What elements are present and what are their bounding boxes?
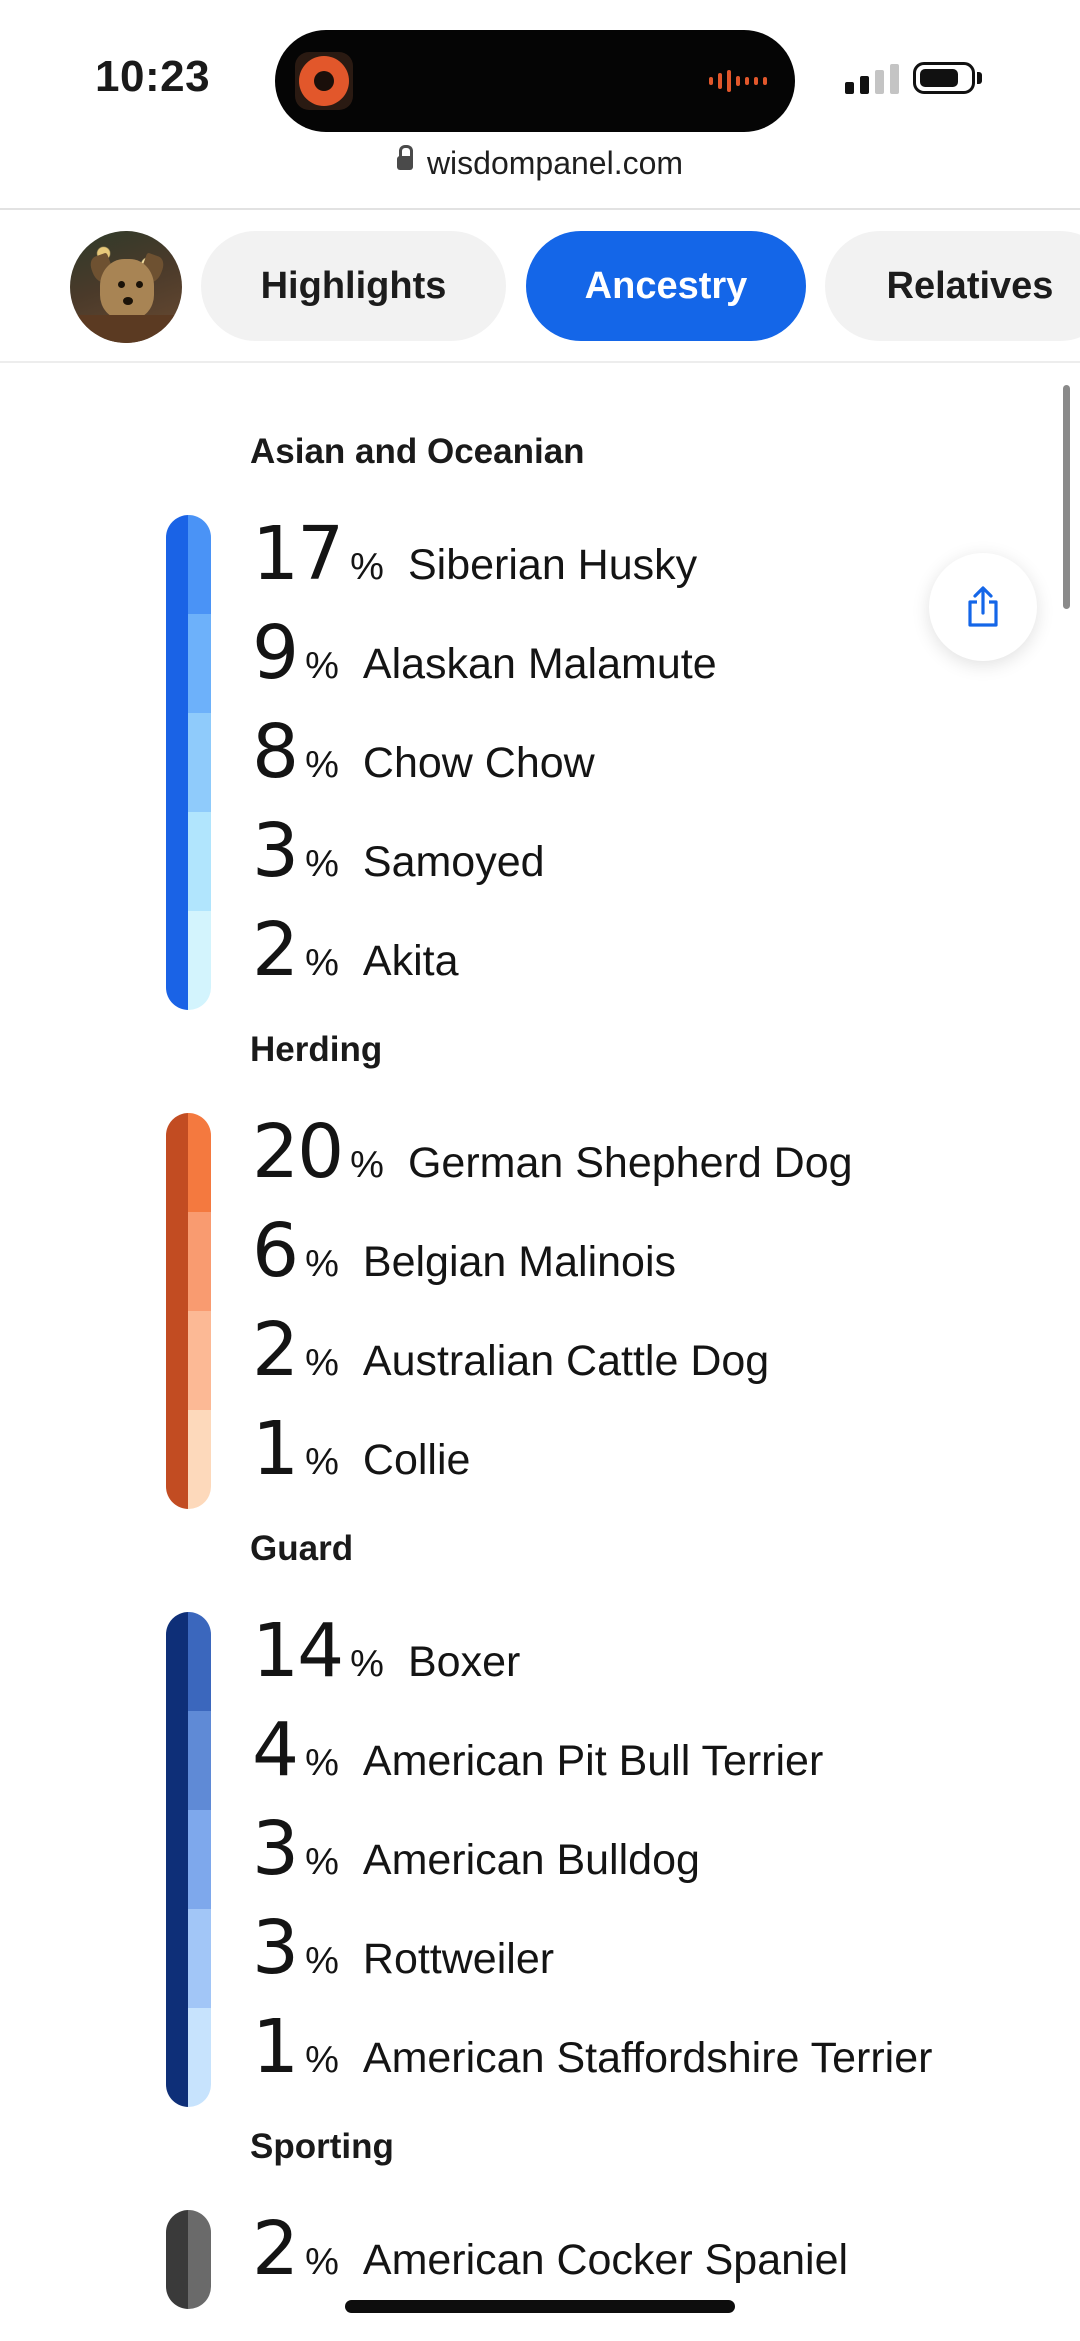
breed-row[interactable]: 6% Belgian Malinois — [252, 1214, 676, 1288]
bar-segment — [166, 1909, 211, 2008]
breed-row[interactable]: 3% Samoyed — [252, 814, 545, 888]
group-title: Guard — [250, 1529, 354, 1568]
percent-symbol: % — [305, 744, 339, 786]
bar-segment — [166, 1612, 211, 1711]
breed-percent: 2 — [252, 2206, 299, 2292]
breed-name: American Cocker Spaniel — [362, 2236, 849, 2284]
breed-name: American Pit Bull Terrier — [362, 1737, 824, 1785]
breed-row[interactable]: 8% Chow Chow — [252, 715, 595, 789]
breed-percent: 17 — [252, 511, 344, 597]
percent-symbol: % — [305, 843, 339, 885]
breed-name: Siberian Husky — [407, 541, 698, 589]
percent-symbol: % — [305, 1841, 339, 1883]
bar-segment — [166, 1212, 211, 1311]
breed-percent: 2 — [252, 907, 299, 993]
percent-symbol: % — [305, 942, 339, 984]
breed-row[interactable]: 17% Siberian Husky — [252, 517, 697, 591]
percent-symbol: % — [305, 1940, 339, 1982]
scrollbar[interactable] — [1063, 385, 1070, 609]
breed-row[interactable]: 3% American Bulldog — [252, 1812, 700, 1886]
breed-row[interactable]: 2% Australian Cattle Dog — [252, 1313, 769, 1387]
breed-name: Belgian Malinois — [362, 1238, 677, 1286]
breed-row[interactable]: 4% American Pit Bull Terrier — [252, 1713, 823, 1787]
breed-percent: 4 — [252, 1707, 299, 1793]
breed-percent: 2 — [252, 1307, 299, 1393]
group-color-bar — [166, 1113, 211, 1509]
percent-symbol: % — [305, 645, 339, 687]
bar-segment — [166, 515, 211, 614]
percent-symbol: % — [305, 1742, 339, 1784]
percent-symbol: % — [350, 1643, 384, 1685]
breed-percent: 8 — [252, 709, 299, 795]
share-button[interactable] — [929, 553, 1037, 661]
percent-symbol: % — [305, 1342, 339, 1384]
group-color-bar — [166, 1612, 211, 2107]
breed-row[interactable]: 2% American Cocker Spaniel — [252, 2212, 848, 2286]
percent-symbol: % — [305, 1441, 339, 1483]
breed-row[interactable]: 3% Rottweiler — [252, 1911, 554, 1985]
breed-percent: 1 — [252, 2004, 299, 2090]
bar-segment — [166, 1311, 211, 1410]
percent-symbol: % — [305, 2241, 339, 2283]
breed-percent: 14 — [252, 1608, 344, 1694]
breed-name: American Staffordshire Terrier — [362, 2034, 933, 2082]
breed-percent: 9 — [252, 610, 299, 696]
bar-segment — [166, 911, 211, 1010]
share-icon — [968, 586, 998, 627]
home-indicator[interactable] — [345, 2300, 735, 2313]
bar-segment — [166, 614, 211, 713]
percent-symbol: % — [350, 546, 384, 588]
percent-symbol: % — [305, 1243, 339, 1285]
breed-row[interactable]: 20% German Shepherd Dog — [252, 1115, 853, 1189]
breed-row[interactable]: 14% Boxer — [252, 1614, 520, 1688]
breed-name: Rottweiler — [362, 1935, 555, 1983]
breed-name: Samoyed — [362, 838, 545, 886]
percent-symbol: % — [350, 1144, 384, 1186]
bar-segment — [166, 1711, 211, 1810]
bar-segment — [166, 812, 211, 911]
breed-percent: 1 — [252, 1406, 299, 1492]
breed-name: Alaskan Malamute — [362, 640, 717, 688]
percent-symbol: % — [305, 2039, 339, 2081]
breed-percent: 6 — [252, 1208, 299, 1294]
group-title: Asian and Oceanian — [250, 432, 585, 471]
breed-percent: 3 — [252, 808, 299, 894]
group-title: Herding — [250, 1030, 383, 1069]
group-color-bar — [166, 515, 211, 1010]
breed-name: Collie — [362, 1436, 471, 1484]
breed-name: Australian Cattle Dog — [362, 1337, 770, 1385]
breed-percent: 3 — [252, 1806, 299, 1892]
breed-name: Akita — [362, 937, 459, 985]
bar-segment — [166, 2210, 211, 2309]
breed-percent: 20 — [252, 1109, 344, 1195]
breed-percent: 3 — [252, 1905, 299, 1991]
ancestry-breakdown: Asian and Oceanian 17% Siberian Husky 9% Ala… — [0, 0, 1080, 2341]
breed-row[interactable]: 9% Alaskan Malamute — [252, 616, 717, 690]
bar-segment — [166, 1410, 211, 1509]
breed-name: Boxer — [407, 1638, 521, 1686]
breed-row[interactable]: 1% Collie — [252, 1412, 470, 1486]
breed-name: German Shepherd Dog — [407, 1139, 853, 1187]
breed-name: Chow Chow — [362, 739, 595, 787]
bar-segment — [166, 1113, 211, 1212]
breed-row[interactable]: 2% Akita — [252, 913, 459, 987]
bar-segment — [166, 1810, 211, 1909]
group-title: Sporting — [250, 2127, 394, 2166]
breed-name: American Bulldog — [362, 1836, 700, 1884]
bar-segment — [166, 713, 211, 812]
group-color-bar — [166, 2210, 211, 2309]
breed-row[interactable]: 1% American Staffordshire Terrier — [252, 2010, 932, 2084]
bar-segment — [166, 2008, 211, 2107]
